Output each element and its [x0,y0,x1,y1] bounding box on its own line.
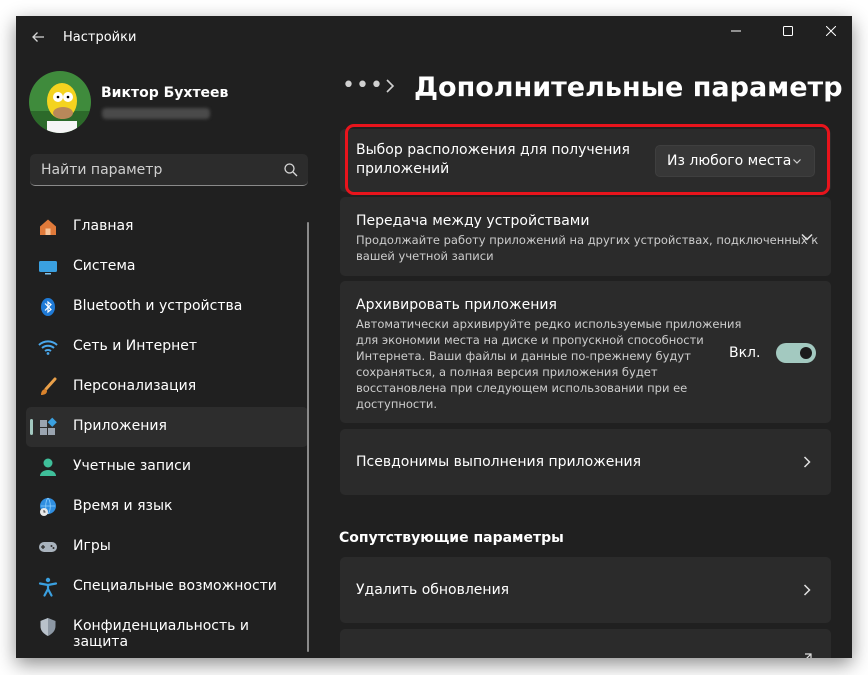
archive-desc-line: Автоматически архивируйте редко использу… [356,317,742,331]
sidebar-item-label: Игры [73,538,111,554]
archive-desc-line: для экономии места на диске и пропускной… [356,333,704,347]
sidebar-item-time-language[interactable]: Время и язык [26,487,308,527]
uninstall-updates-title: Удалить обновления [356,582,510,598]
sidebar-item-label: Главная [73,218,134,234]
close-icon [826,26,836,36]
chevron-right-icon [386,79,395,93]
monitor-icon [38,257,58,277]
archive-apps-card: Архивировать приложения Автоматически ар… [340,281,831,423]
sidebar-item-label: Специальные возможности [73,578,277,594]
share-desc-line1: Продолжайте работу приложений на других … [356,233,819,247]
arrow-left-icon [32,32,44,42]
share-across-devices-card[interactable]: Передача между устройствами Продолжайте … [340,197,831,276]
sidebar-item-label: Время и язык [73,498,173,514]
sidebar-item-label: Система [73,258,136,274]
shield-icon [38,617,58,637]
maximize-icon [783,26,793,36]
archive-desc-line: сохраняться, а полная версия приложения … [356,365,658,379]
archive-apps-toggle[interactable] [776,343,816,363]
sidebar-item-system[interactable]: Система [26,247,308,287]
search-input[interactable]: Найти параметр [30,154,308,186]
sidebar-item-privacy[interactable]: Конфиденциальность и защита [26,607,308,650]
share-title: Передача между устройствами [356,213,590,229]
user-name: Виктор Бухтеев [101,85,229,101]
sidebar-item-accessibility[interactable]: Специальные возможности [26,567,308,607]
sidebar-item-label: Приложения [73,418,167,434]
app-aliases-title: Псевдонимы выполнения приложения [356,454,642,470]
chevron-right-icon [803,456,811,468]
gamepad-icon [38,537,58,557]
archive-title: Архивировать приложения [356,297,557,313]
share-desc-line2: вашей учетной записи [356,249,494,263]
archive-toggle-label: Вкл. [729,345,761,361]
sidebar-item-personalization[interactable]: Персонализация [26,367,308,407]
app-title: Настройки [63,30,137,45]
minimize-icon [731,30,741,32]
brush-icon [38,377,58,397]
accessibility-icon [38,577,58,597]
archive-desc-line: восстановлена при следующем использовани… [356,381,688,395]
highlight-frame [345,124,830,195]
avatar[interactable] [29,71,91,133]
sidebar-nav: Главная Система Bluetooth и устройства С… [26,207,308,650]
breadcrumb-more-button[interactable]: ••• [342,73,384,98]
bluetooth-icon [38,297,58,317]
uninstall-updates-card[interactable]: Удалить обновления [340,557,831,623]
breadcrumb: ••• Дополнительные параметры пр [342,72,842,112]
archive-desc-line: доступности. [356,397,438,411]
back-button[interactable] [26,25,50,49]
globe-clock-icon [38,497,58,517]
archive-desc-line: Интернета. Ваши файлы и данные по-прежне… [356,349,691,363]
open-external-icon [805,653,812,658]
chevron-down-icon[interactable] [800,230,814,244]
toggle-knob [800,347,812,359]
app-aliases-card[interactable]: Псевдонимы выполнения приложения [340,429,831,495]
chevron-right-icon [803,584,811,596]
sidebar-item-label: Конфиденциальность и защита [73,618,249,650]
sidebar-item-network[interactable]: Сеть и Интернет [26,327,308,367]
sidebar-item-home[interactable]: Главная [26,207,308,247]
settings-window: Настройки Виктор Бухтеев Найти параметр [16,16,852,658]
apps-icon [38,417,58,437]
sidebar-item-label: Сеть и Интернет [73,338,197,354]
maximize-button[interactable] [765,16,811,46]
sidebar-item-accounts[interactable]: Учетные записи [26,447,308,487]
sidebar-item-bluetooth[interactable]: Bluetooth и устройства [26,287,308,327]
close-button[interactable] [808,16,852,46]
page-title: Дополнительные параметры пр [414,72,842,103]
sidebar-item-apps[interactable]: Приложения [26,407,308,447]
sidebar-item-gaming[interactable]: Игры [26,527,308,567]
minimize-button[interactable] [713,16,759,46]
home-icon [38,217,58,237]
next-settings-card[interactable] [340,629,831,658]
user-email-redacted [102,108,210,119]
related-settings-heading: Сопутствующие параметры [339,530,564,546]
sidebar-item-label: Учетные записи [73,458,191,474]
wifi-icon [38,337,58,357]
title-bar: Настройки [16,16,852,58]
sidebar-item-label: Bluetooth и устройства [73,298,243,314]
search-icon [284,163,298,177]
sidebar-scrollbar[interactable] [307,222,309,652]
active-indicator [30,419,33,435]
person-icon [38,457,58,477]
sidebar-item-label: Персонализация [73,378,197,394]
search-placeholder: Найти параметр [41,162,163,178]
